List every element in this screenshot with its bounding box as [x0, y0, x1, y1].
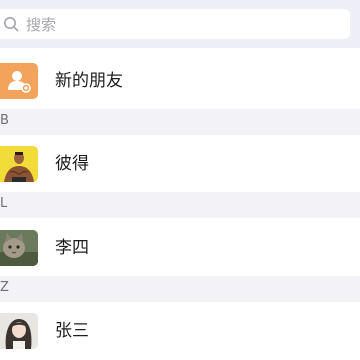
search-bar[interactable]: 搜索: [0, 9, 350, 39]
search-placeholder: 搜索: [26, 15, 57, 34]
contact-name: 李四: [55, 238, 89, 258]
new-friends-label: 新的朋友: [55, 71, 123, 91]
new-friend-icon: [0, 63, 38, 99]
section-letter: L: [0, 196, 8, 211]
contact-name: 张三: [55, 321, 89, 341]
section-header-b: B: [0, 109, 360, 135]
search-area: 搜索: [0, 0, 360, 48]
search-icon: [2, 15, 20, 33]
contact-row[interactable]: 彼得: [0, 139, 360, 189]
contact-row[interactable]: 李四: [0, 223, 360, 273]
new-friends-row[interactable]: 新的朋友: [0, 56, 360, 106]
section-letter: Z: [0, 280, 9, 295]
section-header-l: L: [0, 192, 360, 218]
avatar-girl: [0, 313, 38, 349]
avatar-cat: [0, 230, 38, 266]
avatar-muscle-man: [0, 146, 38, 182]
contact-row[interactable]: 张三: [0, 306, 360, 356]
contact-name: 彼得: [55, 154, 89, 174]
section-header-z: Z: [0, 276, 360, 302]
section-letter: B: [0, 113, 9, 128]
